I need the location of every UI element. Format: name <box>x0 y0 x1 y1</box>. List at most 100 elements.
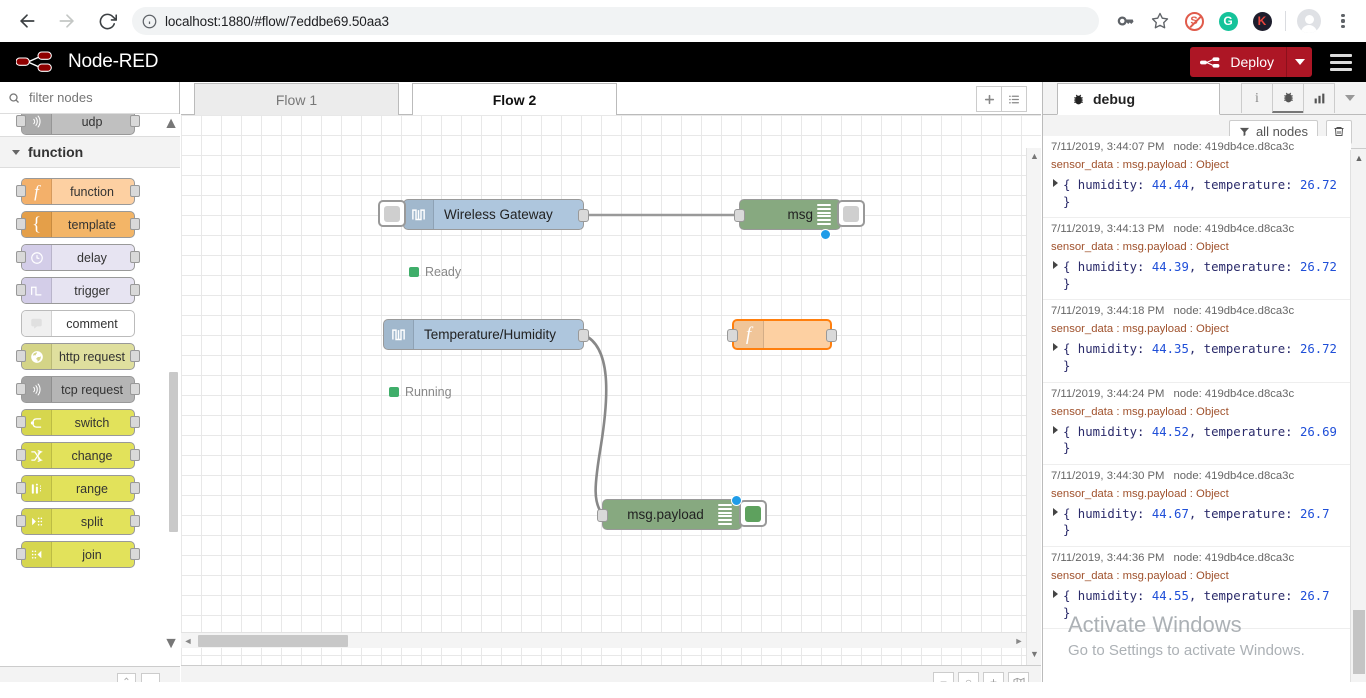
port-input[interactable] <box>16 515 26 527</box>
port-input[interactable] <box>16 251 26 263</box>
port-input[interactable] <box>597 509 608 522</box>
debug-message[interactable]: 7/11/2019, 3:44:24 PMnode: 419db4ce.d8ca… <box>1043 383 1351 465</box>
port-output[interactable] <box>130 350 140 362</box>
port-output[interactable] <box>130 416 140 428</box>
canvas-vertical-scrollbar[interactable]: ▲ ▼ <box>1026 148 1041 665</box>
port-input[interactable] <box>727 329 738 342</box>
scroll-up-arrow[interactable]: ▲ <box>1351 153 1366 163</box>
forward-button[interactable] <box>50 4 84 38</box>
palette-node-join[interactable]: join <box>21 541 135 568</box>
dashboard-tab-button[interactable] <box>1303 83 1335 113</box>
debug-message[interactable]: 7/11/2019, 3:44:18 PMnode: 419db4ce.d8ca… <box>1043 300 1351 382</box>
port-input[interactable] <box>16 115 26 127</box>
expand-arrow-icon[interactable] <box>1053 590 1058 598</box>
expand-arrow-icon[interactable] <box>1053 261 1058 269</box>
debug-message[interactable]: 7/11/2019, 3:44:07 PMnode: 419db4ce.d8ca… <box>1043 136 1351 218</box>
deploy-main[interactable]: Deploy <box>1190 47 1286 77</box>
port-input[interactable] <box>16 449 26 461</box>
scroll-right-arrow[interactable]: ► <box>1012 636 1026 646</box>
msg-payload-debug-toggle-button[interactable] <box>739 500 767 527</box>
node-function[interactable]: f <box>732 319 832 350</box>
debug-message[interactable]: 7/11/2019, 3:44:13 PMnode: 419db4ce.d8ca… <box>1043 218 1351 300</box>
port-output[interactable] <box>130 482 140 494</box>
reload-button[interactable] <box>90 4 124 38</box>
node-temperature-humidity[interactable]: Temperature/Humidity <box>383 319 584 350</box>
palette-node-udp[interactable]: udp <box>21 114 135 135</box>
port-output[interactable] <box>130 251 140 263</box>
port-output[interactable] <box>578 209 589 222</box>
palette-node-comment[interactable]: comment <box>21 310 135 337</box>
debug-message[interactable]: 7/11/2019, 3:44:36 PMnode: 419db4ce.d8ca… <box>1043 547 1351 629</box>
port-output[interactable] <box>826 329 837 342</box>
palette-scroll-up-arrow[interactable]: ▲ <box>165 118 177 130</box>
debug-payload[interactable]: { humidity: 44.52, temperature: 26.69 } <box>1051 424 1343 457</box>
three-dot-menu-icon[interactable] <box>1328 6 1358 36</box>
palette-node-http-request[interactable]: http request <box>21 343 135 370</box>
address-bar[interactable]: localhost:1880/#flow/7eddbe69.50aa3 <box>132 7 1099 35</box>
expand-arrow-icon[interactable] <box>1053 508 1058 516</box>
palette-node-range[interactable]: range <box>21 475 135 502</box>
tab-debug[interactable]: debug <box>1057 83 1220 115</box>
noscript-extension-icon[interactable]: S <box>1179 6 1209 36</box>
expand-arrow-icon[interactable] <box>1053 426 1058 434</box>
node-msg-payload-debug[interactable]: msg.payload <box>602 499 742 530</box>
port-output[interactable] <box>578 329 589 342</box>
gateway-inject-button[interactable] <box>378 200 406 227</box>
back-button[interactable] <box>10 4 44 38</box>
node-msg-debug[interactable]: msg <box>739 199 841 230</box>
debug-payload[interactable]: { humidity: 44.35, temperature: 26.72 } <box>1051 341 1343 374</box>
expand-arrow-icon[interactable] <box>1053 179 1058 187</box>
scroll-up-arrow[interactable]: ▲ <box>1027 151 1041 161</box>
debug-scrollbar[interactable]: ▲ ▼ <box>1350 150 1366 698</box>
debug-payload[interactable]: { humidity: 44.67, temperature: 26.7 } <box>1051 506 1343 539</box>
port-output[interactable] <box>130 548 140 560</box>
tab-flow-2[interactable]: Flow 2 <box>412 83 617 115</box>
palette-node-delay[interactable]: delay <box>21 244 135 271</box>
palette-scroll-down-arrow[interactable]: ▼ <box>165 638 177 650</box>
canvas-horizontal-scrollbar[interactable]: ◄ ► <box>181 632 1026 648</box>
h-scroll-thumb[interactable] <box>198 635 348 647</box>
port-output[interactable] <box>130 284 140 296</box>
more-tabs-button[interactable] <box>1334 83 1366 113</box>
scroll-down-arrow[interactable]: ▼ <box>1027 649 1041 659</box>
deploy-dropdown-button[interactable] <box>1286 47 1312 77</box>
star-icon[interactable] <box>1145 6 1175 36</box>
port-output[interactable] <box>130 115 140 127</box>
port-input[interactable] <box>16 548 26 560</box>
hamburger-menu-icon[interactable] <box>1330 54 1352 71</box>
palette-node-tcp-request[interactable]: tcp request <box>21 376 135 403</box>
grammarly-extension-icon[interactable]: G <box>1213 6 1243 36</box>
list-flows-button[interactable] <box>1001 86 1027 112</box>
port-input[interactable] <box>16 482 26 494</box>
port-output[interactable] <box>130 185 140 197</box>
debug-message[interactable]: 7/11/2019, 3:44:30 PMnode: 419db4ce.d8ca… <box>1043 465 1351 547</box>
port-input[interactable] <box>16 350 26 362</box>
node-wireless-gateway[interactable]: Wireless Gateway <box>403 199 584 230</box>
palette-category-function[interactable]: function <box>0 136 180 168</box>
scroll-left-arrow[interactable]: ◄ <box>181 636 195 646</box>
port-input[interactable] <box>16 218 26 230</box>
deploy-button[interactable]: Deploy <box>1190 47 1312 77</box>
port-output[interactable] <box>130 383 140 395</box>
palette-node-change[interactable]: change <box>21 442 135 469</box>
search-input[interactable] <box>27 89 157 106</box>
palette-node-trigger[interactable]: trigger <box>21 277 135 304</box>
debug-payload[interactable]: { humidity: 44.44, temperature: 26.72 } <box>1051 177 1343 210</box>
key-icon[interactable] <box>1111 6 1141 36</box>
msg-debug-toggle-button[interactable] <box>837 200 865 227</box>
debug-message-list[interactable]: 7/11/2019, 3:44:07 PMnode: 419db4ce.d8ca… <box>1043 136 1351 684</box>
avatar[interactable] <box>1294 6 1324 36</box>
palette-scrollbar-thumb[interactable] <box>169 372 178 532</box>
port-input[interactable] <box>16 383 26 395</box>
palette-node-split[interactable]: split <box>21 508 135 535</box>
palette-node-switch[interactable]: switch <box>21 409 135 436</box>
palette-search[interactable] <box>0 82 179 114</box>
info-tab-button[interactable]: i <box>1241 83 1273 113</box>
port-input[interactable] <box>734 209 745 222</box>
port-input[interactable] <box>16 284 26 296</box>
page-info-icon[interactable] <box>142 14 157 29</box>
flow-canvas[interactable]: Wireless Gateway Ready msg <box>181 115 1041 665</box>
tab-flow-1[interactable]: Flow 1 <box>194 83 399 115</box>
port-input[interactable] <box>16 416 26 428</box>
port-output[interactable] <box>130 515 140 527</box>
